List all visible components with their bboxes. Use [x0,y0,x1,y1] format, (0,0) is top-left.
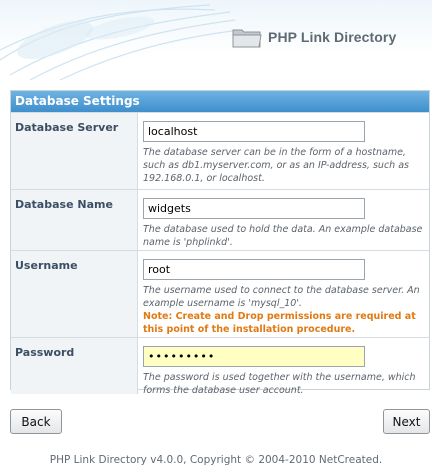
permissions-note: Note: Create and Drop permissions are re… [143,311,416,335]
password-field-cell: The password is used together with the u… [138,338,429,396]
database-name-label: Database Name [11,190,138,250]
database-server-label: Database Server [11,113,138,189]
row-database-server: Database Server The database server can … [11,112,429,189]
database-server-input[interactable] [143,121,365,142]
database-name-input[interactable] [143,198,365,219]
next-button[interactable]: Next [383,409,430,434]
row-password: Password The password is used together w… [11,337,429,396]
panel-title: Database Settings [11,91,429,112]
header-banner: PHP Link Directory [0,0,432,80]
password-label: Password [11,338,138,394]
username-field-cell: The username used to connect to the data… [138,251,429,337]
password-help: The password is used together with the u… [143,372,416,396]
password-input[interactable] [143,346,365,367]
footer-copyright: PHP Link Directory v4.0.0, Copyright © 2… [49,454,383,466]
username-label: Username [11,251,138,337]
folder-icon [232,29,262,48]
row-database-name: Database Name The database used to hold … [11,189,429,250]
back-button[interactable]: Back [10,409,62,434]
database-settings-panel: Database Settings Database Server The da… [10,90,430,396]
app-name: PHP Link Directory [268,29,397,45]
database-name-help: The database used to hold the data. An e… [143,224,423,248]
username-input[interactable] [143,259,365,280]
database-server-field-cell: The database server can be in the form o… [138,113,429,189]
database-server-help: The database server can be in the form o… [143,147,409,184]
app-logo: PHP Link Directory [232,26,396,48]
row-username: Username The username used to connect to… [11,250,429,337]
username-help: The username used to connect to the data… [143,285,420,309]
database-name-field-cell: The database used to hold the data. An e… [138,190,429,250]
